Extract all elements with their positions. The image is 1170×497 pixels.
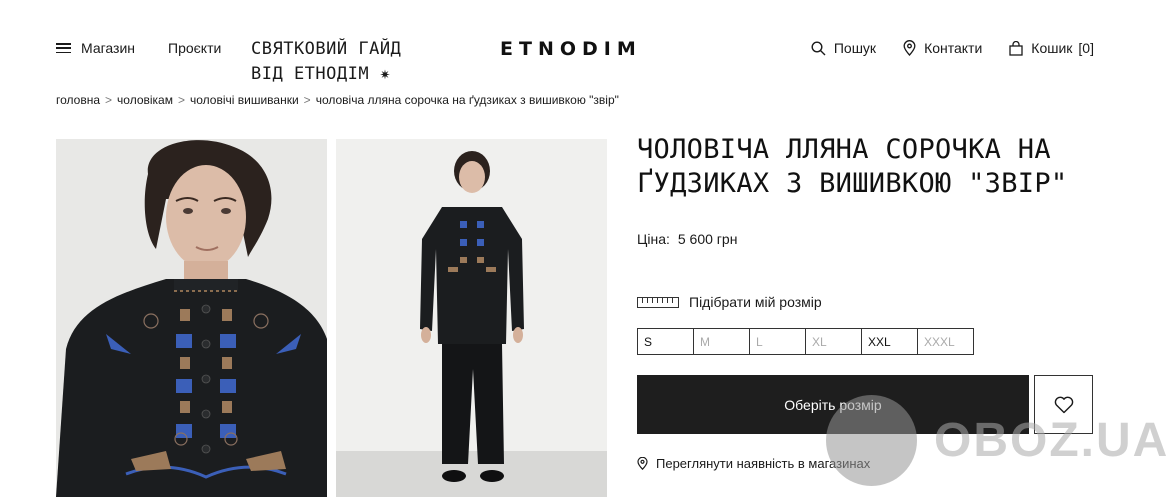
holiday-guide-line2: ВІД ЕТНОДІМ ✷ [251,64,391,84]
price: Ціна: 5 600 грн [637,231,737,247]
search-icon [811,40,826,55]
product-photo-fullbody[interactable] [336,139,607,497]
choose-size-label: Оберіть розмір [784,396,882,413]
cart-button[interactable]: Кошик [0] [1009,40,1094,56]
nav-right: Пошук Контакти Кошик [0] [784,40,1094,56]
size-option-m[interactable]: M [693,328,750,355]
breadcrumb-current: чоловіча лляна сорочка на ґудзиках з виш… [315,93,619,107]
holiday-guide-line1: СВЯТКОВИЙ ГАЙД [251,39,402,59]
site-logo[interactable]: ETNODIM [500,38,642,60]
check-store-availability-label: Переглянути наявність в магазинах [656,456,871,471]
ruler-icon [637,296,679,308]
breadcrumb-separator: > [303,93,311,107]
size-option-xl[interactable]: XL [805,328,862,355]
price-value: 5 600 грн [677,231,738,247]
location-pin-icon [903,40,916,56]
size-selector: S M L XL XXL XXXL [637,328,974,355]
projects-label: Проєкти [168,40,222,56]
breadcrumb-men-vyshyvanky[interactable]: чоловічі вишиванки [190,93,299,107]
menu-shop-button[interactable]: Магазин [56,40,135,56]
cart-label: Кошик [1031,40,1073,56]
breadcrumb-separator: > [177,93,185,107]
contacts-label: Контакти [924,40,983,56]
nav-left: Магазин Проєкти [56,40,221,56]
size-guide-label: Підібрати мій розмір [689,294,822,310]
search-button[interactable]: Пошук [811,40,876,56]
contacts-link[interactable]: Контакти [903,40,982,56]
hamburger-icon [56,43,71,53]
holiday-guide-link[interactable]: СВЯТКОВИЙ ГАЙД ВІД ЕТНОДІМ ✷ [251,37,401,87]
check-store-availability-link[interactable]: Переглянути наявність в магазинах [637,456,870,471]
size-option-xxxl[interactable]: XXXL [917,328,974,355]
size-option-xxl[interactable]: XXL [861,328,918,355]
breadcrumb-men[interactable]: чоловікам [117,93,173,107]
projects-link[interactable]: Проєкти [168,40,221,56]
product-photo-closeup[interactable] [56,139,327,497]
menu-shop-label: Магазин [81,40,136,56]
bag-icon [1009,40,1023,56]
size-guide-button[interactable]: Підібрати мій розмір [637,294,822,310]
search-label: Пошук [833,40,877,56]
size-option-l[interactable]: L [749,328,806,355]
wishlist-button[interactable] [1034,375,1093,434]
breadcrumb: головна > чоловікам > чоловічі вишиванки… [56,93,619,107]
heart-icon [1054,396,1073,413]
product-title: ЧОЛОВІЧА ЛЛЯНА СОРОЧКА НА ҐУДЗИКАХ З ВИШ… [637,134,1068,199]
cart-count: [0] [1078,40,1094,56]
product-photo-fullbody-image [336,139,607,497]
site-header: Магазин Проєкти СВЯТКОВИЙ ГАЙД ВІД ЕТНОД… [0,0,1170,90]
price-label: Ціна: [637,231,670,247]
size-option-s[interactable]: S [637,328,694,355]
product-photo-closeup-image [56,139,327,497]
breadcrumb-home[interactable]: головна [56,93,100,107]
breadcrumb-separator: > [105,93,113,107]
choose-size-button[interactable]: Оберіть розмір [637,375,1029,434]
location-pin-icon [637,457,648,470]
